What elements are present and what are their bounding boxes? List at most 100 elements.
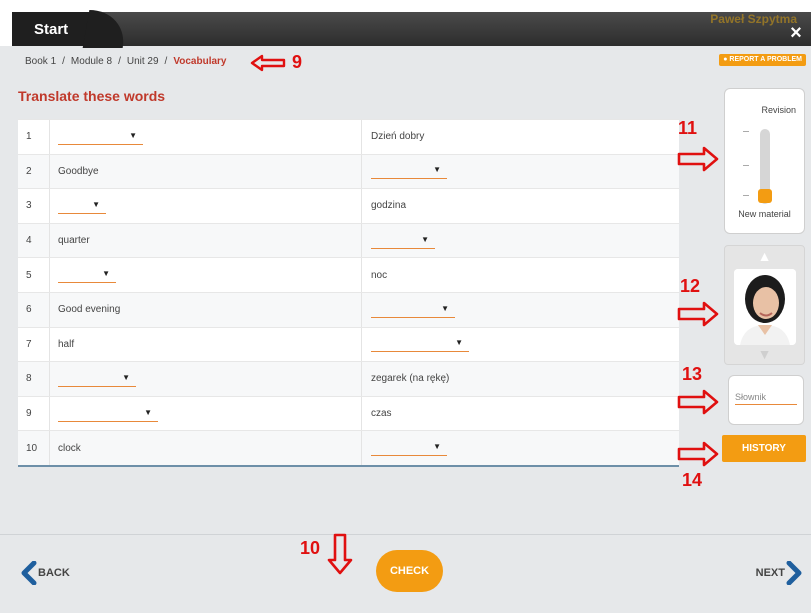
answer-dropdown[interactable]: ▼ <box>371 440 447 457</box>
chevron-down-icon[interactable]: ▼ <box>725 346 804 362</box>
close-icon[interactable]: × <box>785 22 807 44</box>
dropdown-caret-icon: ▼ <box>92 199 100 209</box>
next-button[interactable]: NEXT <box>756 561 803 585</box>
row-number: 1 <box>18 120 50 154</box>
chevron-up-icon[interactable]: ▲ <box>725 248 804 264</box>
answer-cell: ▼ <box>50 189 362 223</box>
dictionary-panel <box>728 375 804 425</box>
table-row: 6 Good evening ▼ <box>18 291 679 327</box>
row-number: 5 <box>18 258 50 292</box>
tutor-avatar-panel: ▲ ▼ <box>724 245 805 365</box>
answer-cell: ▼ <box>362 224 679 258</box>
next-label: NEXT <box>755 567 785 579</box>
right-arrow-annotation-icon <box>677 389 719 415</box>
dropdown-caret-icon: ▼ <box>433 442 441 452</box>
row-number: 4 <box>18 223 50 258</box>
top-bar-background <box>12 12 811 46</box>
breadcrumb-item-unit[interactable]: Unit 29 <box>127 56 159 67</box>
english-word: clock <box>50 431 362 465</box>
exercise-table: 1 ▼ Dzień dobry 2 Goodbye ▼ 3 ▼ godzina 4 quarter ▼… <box>18 119 679 467</box>
back-label: BACK <box>38 567 70 579</box>
answer-cell: ▼ <box>50 120 362 154</box>
top-bar <box>0 0 811 48</box>
row-number: 10 <box>18 431 50 465</box>
row-number: 9 <box>18 396 50 431</box>
table-row: 3 ▼ godzina <box>18 188 679 223</box>
english-word: Goodbye <box>50 154 362 189</box>
table-row: 5 ▼ noc <box>18 257 679 292</box>
table-row: 1 ▼ Dzień dobry <box>18 119 679 154</box>
english-word: half <box>50 327 362 362</box>
answer-dropdown[interactable]: ▼ <box>58 406 158 422</box>
row-number: 3 <box>18 189 50 223</box>
answer-dropdown[interactable]: ▼ <box>371 336 469 353</box>
slider-tick <box>743 131 749 132</box>
start-button[interactable]: Start <box>34 21 68 38</box>
slider-tick <box>743 195 749 196</box>
answer-dropdown[interactable]: ▼ <box>371 302 455 318</box>
answer-dropdown[interactable]: ▼ <box>371 163 447 180</box>
right-arrow-annotation-icon <box>677 146 719 172</box>
avatar[interactable] <box>734 269 796 345</box>
answer-dropdown[interactable]: ▼ <box>58 267 116 284</box>
row-number: 2 <box>18 154 50 189</box>
breadcrumb-separator: / <box>118 56 121 67</box>
answer-cell: ▼ <box>362 431 679 465</box>
check-button[interactable]: CHECK <box>376 550 443 592</box>
report-problem-button[interactable]: ● REPORT A PROBLEM <box>719 54 806 66</box>
table-row: 10 clock ▼ <box>18 430 679 465</box>
english-word: Good evening <box>50 292 362 327</box>
breadcrumb-item-book[interactable]: Book 1 <box>25 56 56 67</box>
right-arrow-annotation-icon <box>677 301 719 327</box>
answer-cell: ▼ <box>362 328 679 362</box>
avatar-portrait <box>734 269 796 345</box>
breadcrumb-current: Vocabulary <box>173 56 227 67</box>
row-number: 7 <box>18 327 50 362</box>
english-word: quarter <box>50 223 362 258</box>
footer-divider <box>0 534 811 535</box>
breadcrumb-separator: / <box>62 56 65 67</box>
polish-word: godzina <box>371 200 407 212</box>
revision-label: Revision <box>761 105 796 115</box>
breadcrumb-item-module[interactable]: Module 8 <box>71 56 112 67</box>
answer-cell: ▼ <box>50 258 362 292</box>
polish-word: czas <box>371 408 392 420</box>
table-row: 7 half ▼ <box>18 326 679 362</box>
dropdown-caret-icon: ▼ <box>144 407 152 417</box>
history-button[interactable]: HISTORY <box>722 435 806 462</box>
annotation-number-11: 11 <box>678 118 698 138</box>
answer-cell: ▼ <box>362 155 679 189</box>
page-title: Translate these words <box>18 88 166 104</box>
answer-cell: ▼ <box>50 396 362 431</box>
table-row: 2 Goodbye ▼ <box>18 153 679 189</box>
polish-word: Dzień dobry <box>371 131 425 143</box>
chevron-right-icon <box>786 561 802 585</box>
dropdown-caret-icon: ▼ <box>455 338 463 348</box>
table-row: 4 quarter ▼ <box>18 222 679 258</box>
answer-dropdown[interactable]: ▼ <box>371 233 435 249</box>
annotation-number-9: 9 <box>292 52 303 72</box>
dropdown-caret-icon: ▼ <box>441 303 449 313</box>
revision-slider-thumb[interactable] <box>758 189 772 203</box>
table-row: 8 ▼ zegarek (na rękę) <box>18 361 679 396</box>
row-number: 6 <box>18 292 50 327</box>
answer-dropdown[interactable]: ▼ <box>58 198 106 214</box>
answer-cell: ▼ <box>50 362 362 396</box>
answer-dropdown[interactable]: ▼ <box>58 129 143 145</box>
left-arrow-annotation-icon <box>250 54 286 72</box>
annotation-number-13: 13 <box>682 364 703 384</box>
down-arrow-annotation-icon <box>327 533 353 575</box>
table-row: 9 ▼ czas <box>18 395 679 431</box>
breadcrumb-separator: / <box>164 56 168 67</box>
dropdown-caret-icon: ▼ <box>122 372 130 382</box>
report-problem-label: REPORT A PROBLEM <box>729 56 802 63</box>
back-button[interactable]: BACK <box>20 561 70 585</box>
dropdown-caret-icon: ▼ <box>129 130 137 140</box>
polish-word: zegarek (na rękę) <box>371 373 450 385</box>
dictionary-search-input[interactable] <box>735 389 797 405</box>
user-name: Paweł Szpytma <box>710 12 797 26</box>
revision-slider-panel: Revision New material <box>724 88 805 234</box>
row-number: 8 <box>18 362 50 396</box>
answer-dropdown[interactable]: ▼ <box>58 371 136 387</box>
annotation-number-10: 10 <box>300 538 321 558</box>
